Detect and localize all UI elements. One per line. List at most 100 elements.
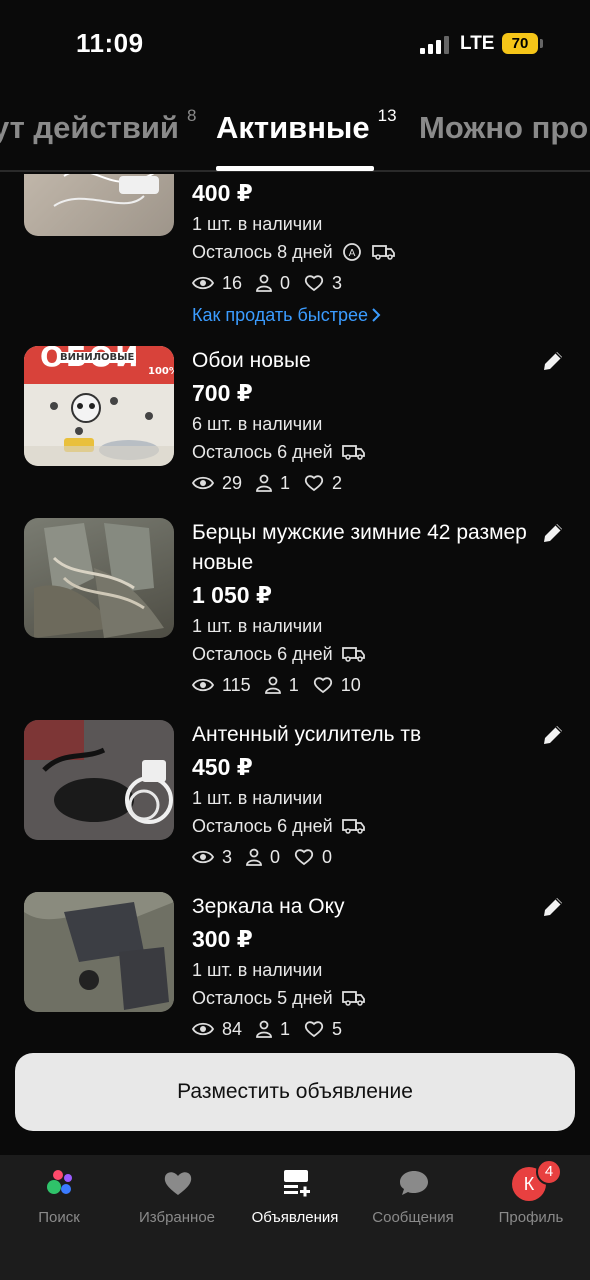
tab-bar: ут действий 8 Активные 13 Можно про	[0, 100, 590, 172]
heart-icon	[164, 1172, 192, 1195]
auto-renew-icon: A	[342, 243, 361, 261]
listing-days-left: Осталось 6 дней	[192, 812, 530, 840]
tab-count: 8	[186, 105, 197, 125]
nav-label: Объявления	[251, 1209, 339, 1226]
nav-label: Избранное	[138, 1209, 216, 1226]
favorites-count: 10	[340, 675, 361, 695]
listing-days-left: Осталось 5 дней	[192, 984, 530, 1012]
contacts-count: 1	[288, 675, 299, 695]
tab-count: 13	[377, 105, 397, 125]
contacts-count: 0	[270, 847, 281, 867]
delivery-truck-icon	[341, 445, 365, 460]
heart-icon	[304, 475, 324, 492]
views-count: 84	[222, 1019, 243, 1039]
edit-pencil-icon[interactable]	[540, 894, 566, 920]
favorites-count: 2	[332, 473, 343, 493]
listing-days-left: Осталось 6 дней	[192, 438, 530, 466]
delivery-truck-icon	[341, 647, 365, 662]
person-icon	[256, 274, 272, 292]
listing-title: Антенный усилитель тв	[192, 723, 422, 746]
listing-stats: 3 0 0	[192, 842, 530, 872]
tab-indicator	[216, 166, 374, 171]
listing-price: 400 ₽	[192, 180, 253, 206]
edit-pencil-icon[interactable]	[540, 722, 566, 748]
delivery-truck-icon	[371, 245, 395, 260]
status-bar: 11:09 LTE 70	[0, 0, 590, 90]
listing-thumbnail[interactable]	[24, 720, 174, 840]
delivery-truck-icon	[341, 991, 365, 1006]
eye-icon	[192, 850, 214, 864]
eye-icon	[192, 678, 214, 692]
status-time: 11:09	[76, 28, 144, 58]
listing-title: Обои новые	[192, 349, 311, 372]
tab-awaiting-action[interactable]: ут действий 8	[0, 106, 196, 146]
person-icon	[256, 1020, 272, 1038]
listing-stock: 1 шт. в наличии	[192, 214, 323, 234]
person-icon	[246, 848, 262, 866]
listing-stats: 115 1 10	[192, 670, 530, 700]
listing-price: 700 ₽	[192, 380, 253, 406]
listing-stock: 1 шт. в наличии	[192, 616, 323, 636]
listing-thumbnail[interactable]: ОБОИ ВИНИЛОВЫЕ 100%	[24, 346, 174, 466]
listing-title: Берцы мужские зимние 42 размер новые	[192, 521, 527, 574]
tab-label: ут действий	[0, 110, 179, 145]
views-count: 115	[222, 675, 251, 695]
listing-thumbnail[interactable]	[24, 518, 174, 638]
views-count: 16	[222, 273, 243, 293]
tab-can-sell[interactable]: Можно про	[419, 110, 588, 146]
listing-days-left: Осталось 8 дней A	[192, 238, 530, 266]
signal-icon	[420, 36, 450, 54]
heart-icon	[304, 1021, 324, 1038]
listing-stock: 1 шт. в наличии	[192, 960, 323, 980]
chat-icon	[400, 1171, 428, 1195]
listing-thumbnail[interactable]	[24, 174, 174, 236]
svg-text:A: A	[348, 248, 355, 259]
eye-icon	[192, 276, 214, 290]
edit-pencil-icon[interactable]	[540, 520, 566, 546]
listing-thumbnail[interactable]	[24, 892, 174, 1012]
listing-stats: 16 0 3	[192, 268, 530, 298]
listing-price: 1 050 ₽	[192, 582, 272, 608]
bottom-nav: Поиск Избранное Объявления Сообщения К 4…	[0, 1155, 590, 1280]
heart-icon	[304, 275, 324, 292]
favorites-count: 5	[332, 1019, 343, 1039]
listing-stock: 1 шт. в наличии	[192, 788, 323, 808]
person-icon	[256, 474, 272, 492]
contacts-count: 1	[280, 473, 291, 493]
listing-days-left: Осталось 6 дней	[192, 640, 530, 668]
listing-price: 450 ₽	[192, 754, 253, 780]
listing-stats: 29 1 2	[192, 468, 530, 498]
listing-stats: 84 1 5	[192, 1014, 530, 1044]
notification-badge: 4	[536, 1159, 562, 1185]
person-icon	[264, 676, 281, 694]
contacts-count: 0	[280, 273, 291, 293]
tab-active[interactable]: Активные 13	[216, 106, 397, 146]
listings-list: 400 ₽ 1 шт. в наличии Осталось 8 дней A …	[0, 174, 590, 1054]
nav-label: Профиль	[498, 1209, 564, 1226]
favorites-count: 0	[322, 847, 333, 867]
tab-label: Активные	[216, 110, 370, 145]
post-listing-button[interactable]: Разместить объявление	[15, 1053, 575, 1131]
edit-pencil-icon[interactable]	[540, 348, 566, 374]
tab-label: Можно про	[419, 110, 589, 145]
contacts-count: 1	[280, 1019, 291, 1039]
sell-faster-link[interactable]: Как продать быстрее	[192, 298, 530, 332]
delivery-truck-icon	[341, 819, 365, 834]
views-count: 3	[222, 847, 233, 867]
network-label: LTE	[460, 33, 495, 54]
listing-stock: 6 шт. в наличии	[192, 414, 323, 434]
nav-label: Поиск	[38, 1209, 80, 1226]
nav-label: Сообщения	[372, 1209, 454, 1226]
favorites-count: 3	[332, 273, 343, 293]
views-count: 29	[222, 473, 243, 493]
heart-icon	[294, 849, 314, 866]
battery-icon: 70	[502, 33, 538, 54]
eye-icon	[192, 1022, 214, 1036]
heart-icon	[313, 677, 332, 694]
listing-title: Зеркала на Оку	[192, 895, 345, 918]
search-dots-icon	[47, 1170, 72, 1194]
chevron-right-icon	[372, 308, 381, 322]
listing-price: 300 ₽	[192, 926, 253, 952]
listings-add-icon	[284, 1170, 310, 1197]
eye-icon	[192, 476, 214, 490]
